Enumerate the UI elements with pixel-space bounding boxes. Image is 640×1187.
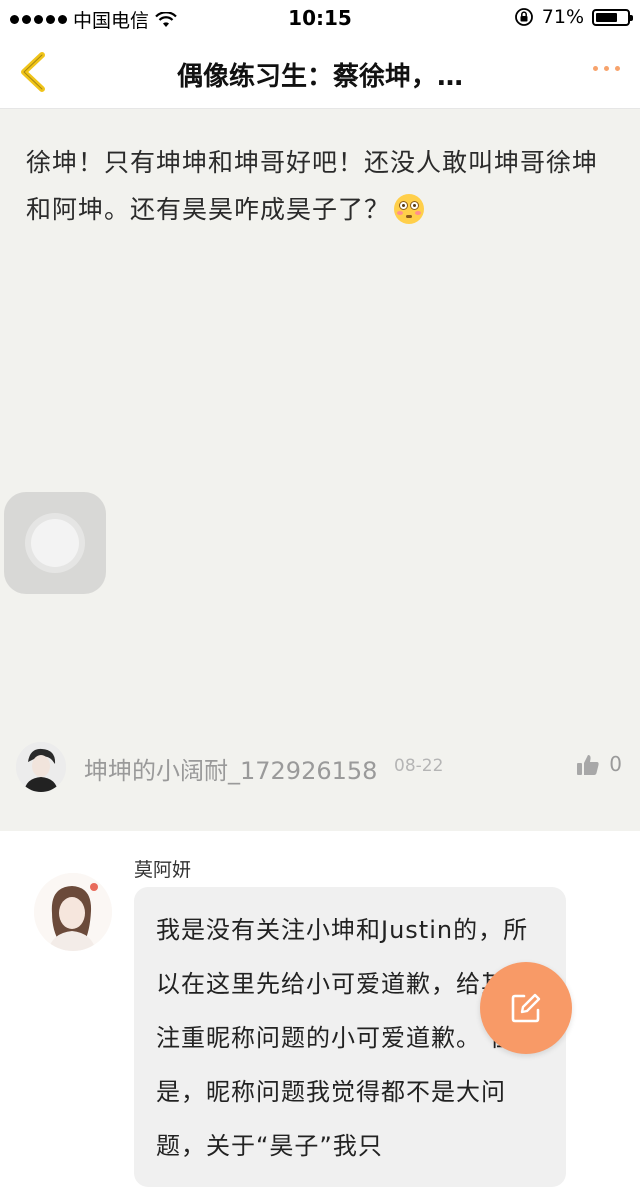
battery-percent: 71% [541,6,584,28]
status-right: 71% [514,6,633,28]
status-bar: 中国电信 10:15 71% [0,0,640,36]
comment-text: 我是没有关注小坤和Justin的，所以在这里先给小可爱道歉，给其他注重昵称问题的… [156,916,531,1160]
thumbs-up-icon[interactable] [576,753,600,777]
compose-button[interactable] [480,962,572,1054]
compose-icon [511,993,541,1023]
author-name[interactable]: 坤坤的小阔耐_172926158 [84,751,377,786]
back-button[interactable] [14,50,54,94]
chevron-left-icon [21,52,45,92]
more-button[interactable] [593,66,620,71]
rotation-lock-icon [514,8,533,26]
avatar[interactable] [34,873,112,951]
battery-level [596,12,617,22]
post-text: 徐坤！只有坤坤和坤哥好吧！还没人敢叫坤哥徐坤和阿坤。还有昊昊咋成昊子了？ [26,148,599,224]
post-card: 徐坤！只有坤坤和坤哥好吧！还没人敢叫坤哥徐坤和阿坤。还有昊昊咋成昊子了？ 坤坤的… [0,109,640,831]
more-dots-icon [593,66,598,71]
post-date: 08-22 [394,756,444,776]
page-title: 偶像练习生：蔡徐坤，… [176,62,463,92]
like-count: 0 [609,752,622,776]
avatar[interactable] [16,742,66,792]
flushed-face-emoji [394,194,425,224]
battery-icon [592,8,633,26]
commenter-name[interactable]: 莫阿妍 [134,855,191,882]
post-body: 徐坤！只有坤坤和坤哥好吧！还没人敢叫坤哥徐坤和阿坤。还有昊昊咋成昊子了？ [26,139,616,233]
post-author-row: 坤坤的小阔耐_172926158 08-22 0 [16,739,624,795]
navigation-bar: 偶像练习生：蔡徐坤，… [0,36,640,109]
assistive-touch-button[interactable] [4,492,106,594]
